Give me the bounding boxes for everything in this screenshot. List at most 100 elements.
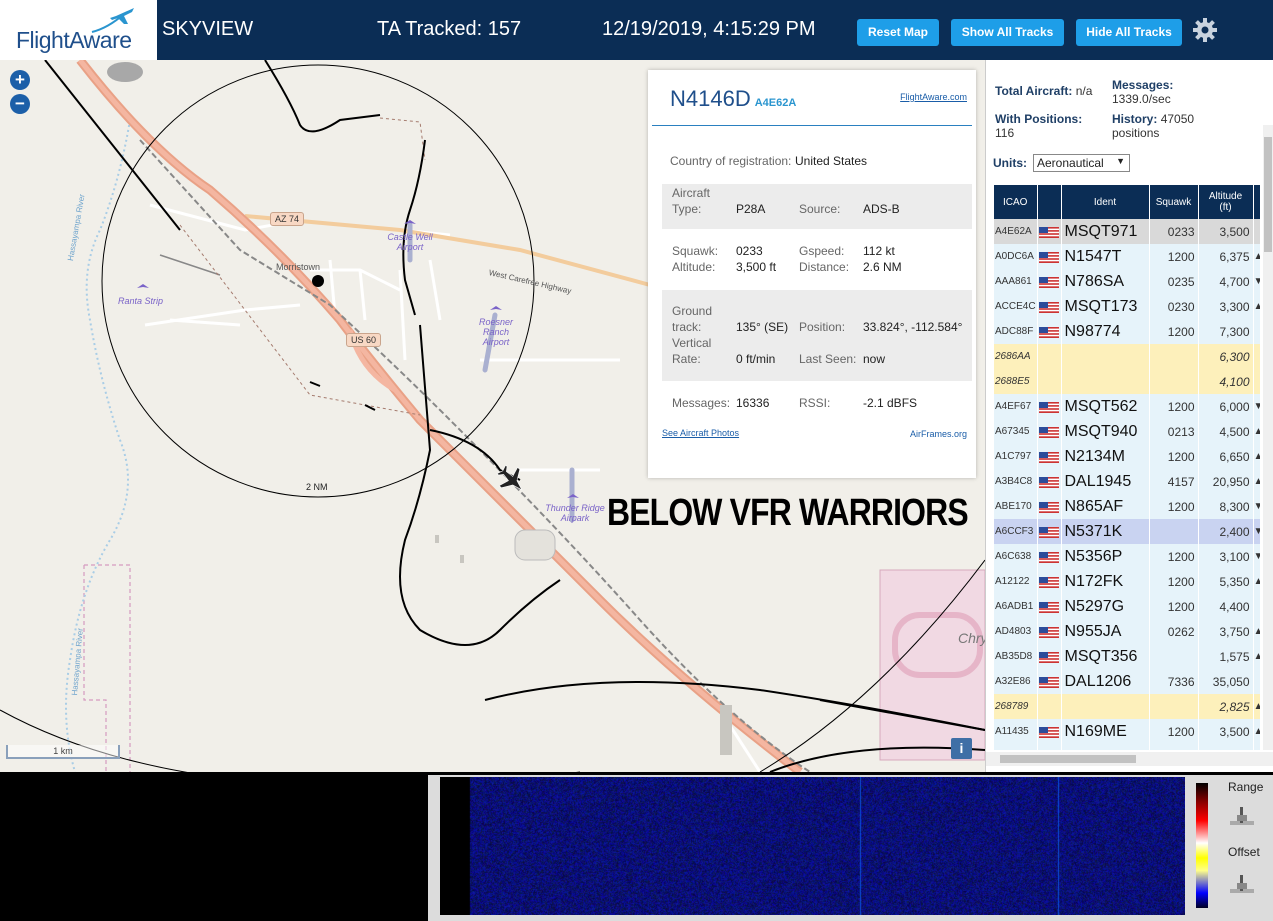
table-row[interactable]: A0DC6A N1547T12006,375▲ bbox=[994, 244, 1260, 269]
range-slider[interactable] bbox=[1229, 805, 1255, 829]
cell-flag bbox=[1037, 619, 1062, 644]
cell-squawk: 1200 bbox=[1149, 719, 1199, 744]
show-all-tracks-button[interactable]: Show All Tracks bbox=[951, 19, 1064, 46]
cell-trend bbox=[1253, 594, 1260, 619]
cell-trend: ▲ bbox=[1253, 419, 1260, 444]
color-scale-bar bbox=[1196, 783, 1208, 908]
us-flag-icon bbox=[1038, 451, 1059, 463]
table-row[interactable]: ADC88F N98774 1200 7,300 bbox=[994, 319, 1260, 344]
spectrum-waterfall bbox=[440, 777, 1185, 915]
cell-squawk: 1200 bbox=[1149, 394, 1199, 419]
popup-callsign: N4146D bbox=[670, 86, 751, 111]
cell-trend: ▲ bbox=[1253, 619, 1260, 644]
table-row[interactable]: AD4803 N955JA02623,750▲ bbox=[994, 619, 1260, 644]
units-select[interactable]: Aeronautical ▼ bbox=[1033, 154, 1130, 172]
offset-slider[interactable] bbox=[1229, 873, 1255, 897]
us-flag-icon bbox=[1038, 501, 1059, 513]
scroll-thumb-horizontal[interactable] bbox=[1000, 755, 1136, 763]
aircraft-list-panel: Total Aircraft: n/a Messages: 1339.0/sec … bbox=[985, 60, 1273, 772]
cell-altitude: 3,500 bbox=[1198, 719, 1254, 744]
table-row[interactable]: A32E86 DAL1206 7336 35,050 bbox=[994, 669, 1260, 694]
table-row[interactable]: A67345 MSQT94002134,500▲ bbox=[994, 419, 1260, 444]
table-row[interactable]: A6CCF3 N5371K 2,400▼ bbox=[994, 519, 1260, 544]
cell-trend bbox=[1253, 319, 1260, 344]
flightaware-link[interactable]: FlightAware.com bbox=[900, 92, 967, 102]
vertical-scrollbar[interactable] bbox=[1263, 125, 1273, 750]
cell-altitude: 2,825 bbox=[1198, 694, 1254, 719]
cell-icao: A6C638 bbox=[994, 544, 1038, 569]
table-row[interactable]: AAA861 N786SA02354,700▼ bbox=[994, 269, 1260, 294]
cell-ident: N2134M bbox=[1061, 444, 1150, 469]
table-row[interactable]: A3B4C8 DAL1945415720,950▲ bbox=[994, 469, 1260, 494]
cell-trend: ▲ bbox=[1253, 719, 1260, 744]
table-row[interactable]: A11435 N169ME12003,500▲ bbox=[994, 719, 1260, 744]
table-row[interactable]: A1C797 N2134M12006,650▲ bbox=[994, 444, 1260, 469]
cell-altitude: 4,700 bbox=[1198, 269, 1254, 294]
table-row[interactable]: A4EF67 MSQT56212006,000▼ bbox=[994, 394, 1260, 419]
cell-ident: MSQT173 bbox=[1061, 294, 1150, 319]
town-label-morristown: Morristown bbox=[276, 262, 321, 272]
table-row[interactable]: A12122 N172FK12005,350▲ bbox=[994, 569, 1260, 594]
table-row[interactable]: A6C638 N5356P12003,100▼ bbox=[994, 544, 1260, 569]
table-row[interactable]: A54D3C OXF39316559,875 bbox=[994, 744, 1260, 750]
stat-history: History: 47050 positions bbox=[1112, 112, 1195, 140]
cell-squawk: 0262 bbox=[1149, 619, 1199, 644]
flightaware-logo[interactable]: FlightAware bbox=[0, 0, 157, 60]
stat-with-positions: With Positions: 116 bbox=[995, 112, 1083, 140]
cell-icao: ABE170 bbox=[994, 494, 1038, 519]
col-header-altitude[interactable]: Altitude (ft) bbox=[1198, 185, 1254, 219]
cell-ident bbox=[1061, 344, 1150, 369]
col-header-squawk[interactable]: Squawk bbox=[1149, 185, 1199, 219]
cell-flag bbox=[1037, 369, 1062, 394]
cell-flag bbox=[1037, 394, 1062, 419]
airport-label-roesner: Roesner Ranch Airport bbox=[478, 317, 514, 347]
cell-ident: N5356P bbox=[1061, 544, 1150, 569]
us-flag-icon bbox=[1038, 551, 1059, 563]
cell-icao: ACCE4C bbox=[994, 294, 1038, 319]
zoom-out-button[interactable]: − bbox=[10, 94, 30, 114]
hide-all-tracks-button[interactable]: Hide All Tracks bbox=[1076, 19, 1182, 46]
gear-icon[interactable] bbox=[1192, 17, 1218, 43]
cell-squawk bbox=[1149, 369, 1199, 394]
table-row[interactable]: ACCE4C MSQT17302303,300▲ bbox=[994, 294, 1260, 319]
chevron-down-icon: ▼ bbox=[1116, 156, 1125, 166]
top-bar: FlightAware SKYVIEW TA Tracked: 157 12/1… bbox=[0, 0, 1273, 60]
col-header-icao[interactable]: ICAO bbox=[994, 185, 1038, 219]
cell-icao: A6ADB1 bbox=[994, 594, 1038, 619]
col-header-flag[interactable] bbox=[1037, 185, 1062, 219]
cell-flag bbox=[1037, 594, 1062, 619]
us-flag-icon bbox=[1038, 601, 1059, 613]
aircraft-table-container[interactable]: ICAO Ident Squawk Altitude (ft) A4E62A MSQ… bbox=[994, 185, 1260, 750]
us60-shield: US 60 bbox=[346, 333, 382, 347]
cell-ident: OXF393 bbox=[1061, 744, 1150, 750]
table-row[interactable]: ABE170 N865AF12008,300▼ bbox=[994, 494, 1260, 519]
table-row[interactable]: 268789 2,825▲ bbox=[994, 694, 1260, 719]
cell-icao: AD4803 bbox=[994, 619, 1038, 644]
cell-squawk: 0230 bbox=[1149, 294, 1199, 319]
cell-squawk bbox=[1149, 644, 1199, 669]
cell-ident: N786SA bbox=[1061, 269, 1150, 294]
scroll-thumb[interactable] bbox=[1264, 137, 1272, 252]
zoom-in-button[interactable]: + bbox=[10, 70, 30, 90]
cell-icao: A67345 bbox=[994, 419, 1038, 444]
airframes-link[interactable]: AirFrames.org bbox=[910, 429, 967, 439]
aircraft-table: ICAO Ident Squawk Altitude (ft) A4E62A MSQ… bbox=[994, 185, 1260, 750]
cell-icao: ADC88F bbox=[994, 319, 1038, 344]
reset-map-button[interactable]: Reset Map bbox=[857, 19, 939, 46]
col-header-ident[interactable]: Ident bbox=[1061, 185, 1150, 219]
horizontal-scrollbar[interactable] bbox=[986, 752, 1273, 766]
info-button[interactable]: i bbox=[951, 738, 972, 759]
col-header-extra[interactable] bbox=[1253, 185, 1260, 219]
aircraft-table-body: A4E62A MSQT971 0233 3,500 A0DC6A N1547T 1200 6,… bbox=[994, 219, 1260, 750]
aircraft-photos-link[interactable]: See Aircraft Photos bbox=[662, 428, 739, 438]
cell-icao: 2686AA bbox=[994, 344, 1038, 369]
table-row[interactable]: A4E62A MSQT971 0233 3,500 bbox=[994, 219, 1260, 244]
cell-altitude: 6,375 bbox=[1198, 244, 1254, 269]
table-row[interactable]: AB35D8 MSQT356 1,575▲ bbox=[994, 644, 1260, 669]
table-row[interactable]: 2688E5 4,100 bbox=[994, 369, 1260, 394]
cell-altitude: 4,500 bbox=[1198, 419, 1254, 444]
cell-squawk: 1200 bbox=[1149, 244, 1199, 269]
table-row[interactable]: A6ADB1 N5297G 1200 4,400 bbox=[994, 594, 1260, 619]
table-row[interactable]: 2686AA 6,300 bbox=[994, 344, 1260, 369]
us-flag-icon bbox=[1038, 526, 1059, 538]
